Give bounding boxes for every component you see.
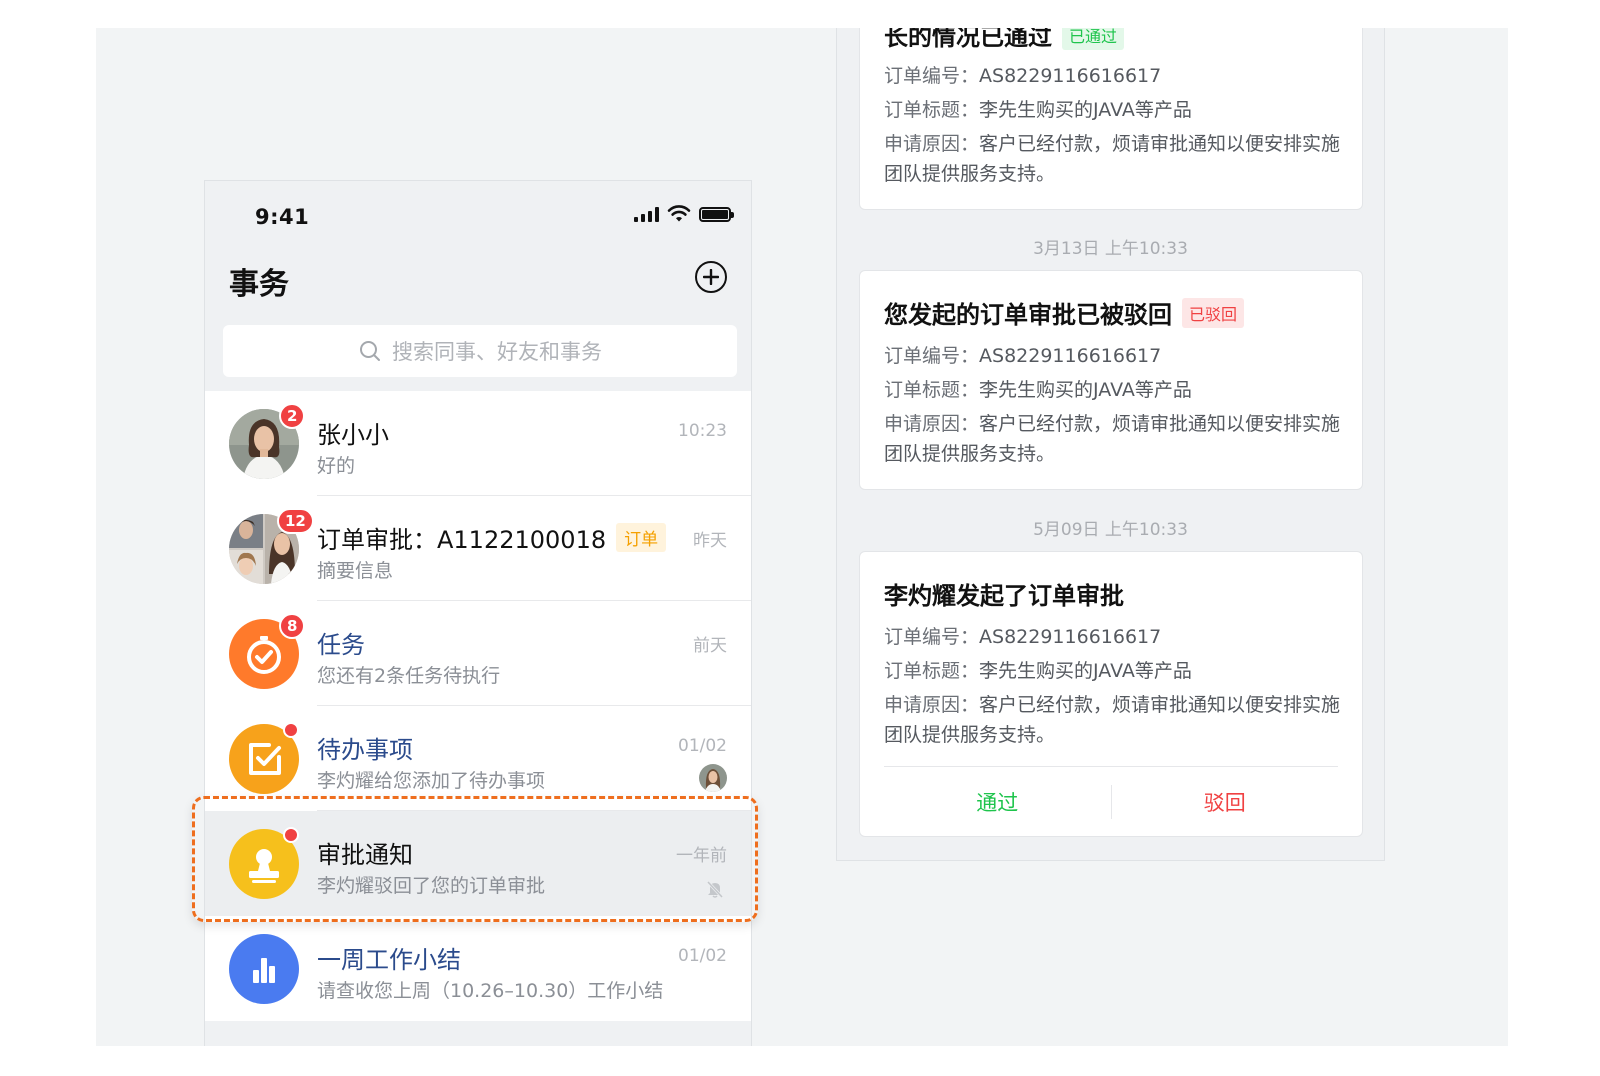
order-tag: 订单 bbox=[616, 523, 667, 552]
conversation-subtitle: 摘要信息 bbox=[317, 560, 394, 582]
search-placeholder: 搜索同事、好友和事务 bbox=[392, 340, 602, 364]
add-button[interactable] bbox=[695, 261, 727, 293]
conversation-title: 审批通知 bbox=[317, 841, 413, 869]
conversation-time: 10:23 bbox=[678, 421, 727, 441]
bell-off-icon bbox=[706, 880, 724, 899]
conversation-item-todo[interactable]: 待办事项 李灼耀给您添加了待办事项 01/02 bbox=[205, 706, 751, 811]
conversation-time: 01/02 bbox=[678, 736, 727, 756]
unread-dot bbox=[283, 722, 299, 738]
status-time: 9:41 bbox=[255, 205, 310, 229]
conversation-title: 一周工作小结 bbox=[317, 946, 461, 974]
conversation-subtitle: 好的 bbox=[317, 455, 356, 477]
conversation-time: 前天 bbox=[693, 636, 727, 656]
conversation-title-text: 订单审批：A1122100018 bbox=[317, 526, 607, 554]
canvas: 9:41 事务 搜索同事、好友和事务 2 张小小 好的 10:23 12 订单审… bbox=[96, 28, 1508, 1046]
status-icons bbox=[634, 205, 734, 223]
card-title: 李灼耀发起了订单审批 bbox=[884, 582, 1124, 610]
sender-avatar bbox=[699, 764, 727, 792]
field-reason: 申请原因：客户已经付款，烦请审批通知以便安排实施团队提供服务支持。 bbox=[884, 133, 1341, 185]
card-actions: 通过 驳回 bbox=[884, 766, 1338, 836]
conversation-item-task[interactable]: 8 任务 您还有2条任务待执行 前天 bbox=[205, 601, 751, 706]
battery-icon bbox=[699, 206, 734, 222]
report-avatar bbox=[229, 934, 299, 1004]
phone-screen: 9:41 事务 搜索同事、好友和事务 2 张小小 好的 10:23 12 订单审… bbox=[204, 180, 752, 1046]
conversation-title: 任务 bbox=[317, 631, 365, 659]
field-order-title: 订单标题：李先生购买的JAVA等产品 bbox=[884, 660, 1192, 682]
card-title-text: 您发起的订单审批已被驳回 bbox=[884, 301, 1172, 329]
reject-button[interactable]: 驳回 bbox=[1112, 767, 1339, 836]
unread-badge: 8 bbox=[279, 613, 306, 639]
conversation-item-approval-notice[interactable]: 审批通知 李灼耀驳回了您的订单审批 一年前 bbox=[205, 811, 751, 916]
conversation-time: 01/02 bbox=[678, 946, 727, 966]
approve-button[interactable]: 通过 bbox=[884, 767, 1111, 836]
unread-dot bbox=[283, 827, 299, 843]
field-order-number: 订单编号：AS8229116616617 bbox=[884, 345, 1162, 367]
wifi-icon bbox=[667, 205, 691, 222]
message-timestamp: 3月13日 上午10:33 bbox=[1033, 239, 1188, 259]
conversation-time: 一年前 bbox=[676, 846, 727, 866]
field-order-title: 订单标题：李先生购买的JAVA等产品 bbox=[884, 99, 1192, 121]
field-reason: 申请原因：客户已经付款，烦请审批通知以便安排实施团队提供服务支持。 bbox=[884, 694, 1341, 746]
conversation-subtitle: 请查收您上周（10.26–10.30）工作小结 bbox=[317, 980, 664, 1002]
unread-badge: 2 bbox=[279, 403, 306, 429]
card-title: 长的情况已通过 已通过 bbox=[884, 28, 1125, 52]
conversation-item-order-approval[interactable]: 12 订单审批：A1122100018 订单 摘要信息 昨天 bbox=[205, 496, 751, 601]
bar-chart-icon bbox=[253, 958, 275, 983]
plus-icon bbox=[703, 269, 719, 285]
message-card-rejected: 您发起的订单审批已被驳回 已驳回 订单编号：AS8229116616617 订单标… bbox=[859, 270, 1363, 490]
field-order-number: 订单编号：AS8229116616617 bbox=[884, 626, 1162, 648]
conversation-subtitle: 李灼耀给您添加了待办事项 bbox=[317, 770, 546, 792]
message-timestamp: 5月09日 上午10:33 bbox=[1033, 520, 1188, 540]
signal-icon bbox=[634, 206, 659, 222]
conversation-title: 待办事项 bbox=[317, 736, 413, 764]
message-card-pending: 李灼耀发起了订单审批 订单编号：AS8229116616617 订单标题：李先生… bbox=[859, 551, 1363, 837]
conversation-item-zhang[interactable]: 2 张小小 好的 10:23 bbox=[205, 391, 751, 496]
conversation-subtitle: 李灼耀驳回了您的订单审批 bbox=[317, 875, 546, 897]
status-bar: 9:41 bbox=[205, 181, 751, 231]
conversation-title: 张小小 bbox=[317, 421, 389, 449]
status-tag: 已驳回 bbox=[1182, 298, 1245, 328]
search-input[interactable]: 搜索同事、好友和事务 bbox=[223, 325, 737, 377]
message-card-approved: 长的情况已通过 已通过 订单编号：AS8229116616617 订单标题：李先生… bbox=[859, 28, 1363, 210]
card-title-text: 长的情况已通过 bbox=[884, 28, 1052, 51]
conversation-list: 2 张小小 好的 10:23 12 订单审批：A1122100018 订单 摘要… bbox=[205, 391, 751, 1021]
unread-badge: 12 bbox=[277, 508, 314, 534]
conversation-title: 订单审批：A1122100018 订单 bbox=[317, 520, 667, 555]
conversation-item-weekly-report[interactable]: 一周工作小结 请查收您上周（10.26–10.30）工作小结 01/02 bbox=[205, 916, 751, 1021]
conversation-subtitle: 您还有2条任务待执行 bbox=[317, 665, 501, 687]
page-title: 事务 bbox=[229, 267, 289, 302]
search-icon bbox=[360, 341, 380, 361]
card-title: 您发起的订单审批已被驳回 已驳回 bbox=[884, 295, 1245, 330]
field-order-number: 订单编号：AS8229116616617 bbox=[884, 65, 1162, 87]
conversation-time: 昨天 bbox=[693, 531, 727, 551]
status-tag: 已通过 bbox=[1062, 28, 1125, 50]
chat-panel: 长的情况已通过 已通过 订单编号：AS8229116616617 订单标题：李先生… bbox=[836, 28, 1385, 861]
field-order-title: 订单标题：李先生购买的JAVA等产品 bbox=[884, 379, 1192, 401]
field-reason: 申请原因：客户已经付款，烦请审批通知以便安排实施团队提供服务支持。 bbox=[884, 413, 1341, 465]
